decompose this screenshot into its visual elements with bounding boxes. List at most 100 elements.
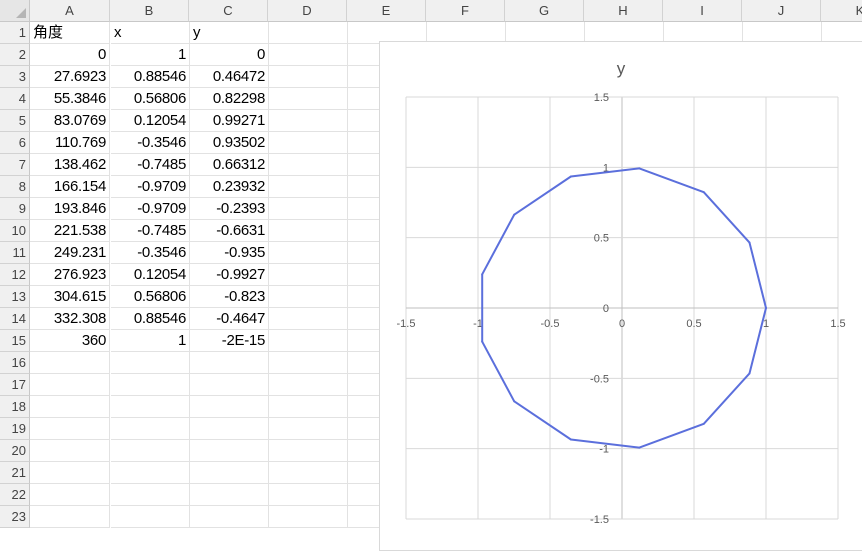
cell-a13[interactable]: 304.615 [30,286,110,308]
cell-c15[interactable]: -2E-15 [190,330,269,352]
cell-b2[interactable]: 1 [111,44,190,66]
cell-b23[interactable] [111,506,190,528]
cell-c19[interactable] [190,418,269,440]
row-header-21[interactable]: 21 [0,462,30,484]
row-header-13[interactable]: 13 [0,286,30,308]
row-header-7[interactable]: 7 [0,154,30,176]
cell-a11[interactable]: 249.231 [30,242,110,264]
column-header-h[interactable]: H [584,0,663,22]
cell-b1[interactable]: x [111,22,190,44]
row-header-18[interactable]: 18 [0,396,30,418]
cell-d9[interactable] [269,198,348,220]
column-header-f[interactable]: F [426,0,505,22]
cell-b4[interactable]: 0.56806 [111,88,190,110]
row-header-14[interactable]: 14 [0,308,30,330]
cell-a14[interactable]: 332.308 [30,308,110,330]
cell-c6[interactable]: 0.93502 [190,132,269,154]
row-header-15[interactable]: 15 [0,330,30,352]
cell-b13[interactable]: 0.56806 [111,286,190,308]
cell-c20[interactable] [190,440,269,462]
cell-b7[interactable]: -0.7485 [111,154,190,176]
cell-b11[interactable]: -0.3546 [111,242,190,264]
cell-b19[interactable] [111,418,190,440]
cell-b12[interactable]: 0.12054 [111,264,190,286]
cell-d23[interactable] [269,506,348,528]
cell-b21[interactable] [111,462,190,484]
cell-d1[interactable] [269,22,348,44]
row-header-19[interactable]: 19 [0,418,30,440]
row-header-8[interactable]: 8 [0,176,30,198]
cell-a20[interactable] [30,440,110,462]
cell-d7[interactable] [269,154,348,176]
cell-a12[interactable]: 276.923 [30,264,110,286]
cell-a9[interactable]: 193.846 [30,198,110,220]
row-header-20[interactable]: 20 [0,440,30,462]
cell-b6[interactable]: -0.3546 [111,132,190,154]
cell-d13[interactable] [269,286,348,308]
row-header-23[interactable]: 23 [0,506,30,528]
cell-d8[interactable] [269,176,348,198]
row-header-22[interactable]: 22 [0,484,30,506]
cell-d20[interactable] [269,440,348,462]
cell-c22[interactable] [190,484,269,506]
cell-a5[interactable]: 83.0769 [30,110,110,132]
cell-c11[interactable]: -0.935 [190,242,269,264]
row-header-6[interactable]: 6 [0,132,30,154]
cell-a7[interactable]: 138.462 [30,154,110,176]
row-header-17[interactable]: 17 [0,374,30,396]
cell-c16[interactable] [190,352,269,374]
row-header-10[interactable]: 10 [0,220,30,242]
cell-c10[interactable]: -0.6631 [190,220,269,242]
cell-c17[interactable] [190,374,269,396]
row-header-5[interactable]: 5 [0,110,30,132]
cell-c9[interactable]: -0.2393 [190,198,269,220]
column-header-e[interactable]: E [347,0,426,22]
cell-b9[interactable]: -0.9709 [111,198,190,220]
cell-a17[interactable] [30,374,110,396]
cell-c14[interactable]: -0.4647 [190,308,269,330]
cell-c21[interactable] [190,462,269,484]
cell-d5[interactable] [269,110,348,132]
cell-b17[interactable] [111,374,190,396]
cell-d22[interactable] [269,484,348,506]
cell-d12[interactable] [269,264,348,286]
cell-b8[interactable]: -0.9709 [111,176,190,198]
column-header-g[interactable]: G [505,0,584,22]
row-header-3[interactable]: 3 [0,66,30,88]
row-header-9[interactable]: 9 [0,198,30,220]
cell-a18[interactable] [30,396,110,418]
row-header-4[interactable]: 4 [0,88,30,110]
cell-d15[interactable] [269,330,348,352]
cell-b10[interactable]: -0.7485 [111,220,190,242]
cell-c23[interactable] [190,506,269,528]
cell-d18[interactable] [269,396,348,418]
cell-c3[interactable]: 0.46472 [190,66,269,88]
column-header-k[interactable]: K [821,0,862,22]
cell-d14[interactable] [269,308,348,330]
cell-d3[interactable] [269,66,348,88]
row-header-12[interactable]: 12 [0,264,30,286]
cell-b20[interactable] [111,440,190,462]
cell-d17[interactable] [269,374,348,396]
column-header-b[interactable]: B [110,0,189,22]
cell-a15[interactable]: 360 [30,330,110,352]
column-header-i[interactable]: I [663,0,742,22]
cell-a21[interactable] [30,462,110,484]
row-header-2[interactable]: 2 [0,44,30,66]
cell-a19[interactable] [30,418,110,440]
cell-c1[interactable]: y [190,22,269,44]
cell-c12[interactable]: -0.9927 [190,264,269,286]
cell-b14[interactable]: 0.88546 [111,308,190,330]
cell-c4[interactable]: 0.82298 [190,88,269,110]
cell-c7[interactable]: 0.66312 [190,154,269,176]
cell-b3[interactable]: 0.88546 [111,66,190,88]
cell-d19[interactable] [269,418,348,440]
select-all-corner[interactable] [0,0,30,22]
cell-d6[interactable] [269,132,348,154]
cell-c13[interactable]: -0.823 [190,286,269,308]
cell-b18[interactable] [111,396,190,418]
cell-b15[interactable]: 1 [111,330,190,352]
cell-c18[interactable] [190,396,269,418]
cell-a23[interactable] [30,506,110,528]
row-header-11[interactable]: 11 [0,242,30,264]
